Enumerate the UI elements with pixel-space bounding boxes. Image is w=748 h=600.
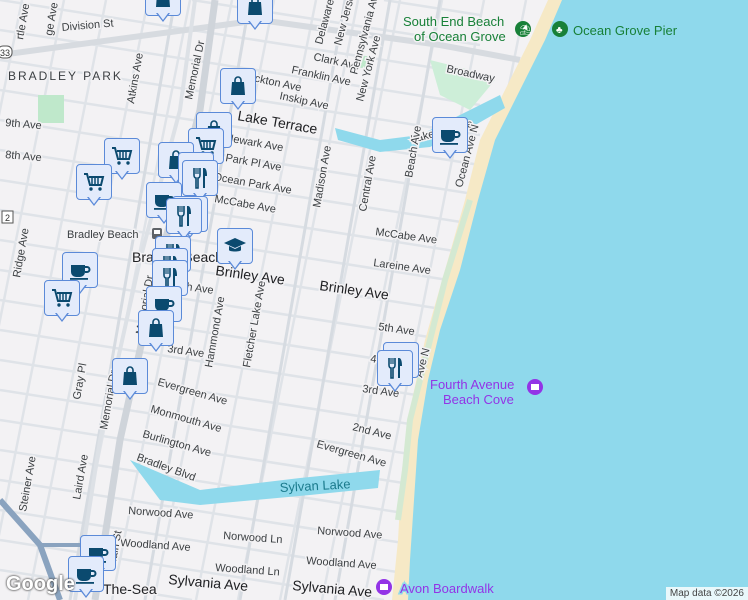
shopping-marker[interactable] [220, 68, 258, 112]
restaurant-marker[interactable] [377, 350, 415, 394]
shopping-marker[interactable] [237, 0, 275, 32]
school-icon [224, 238, 246, 252]
cafe-icon [440, 130, 461, 145]
cafe-marker[interactable] [432, 117, 470, 161]
area-label-bradley-park: BRADLEY PARK [8, 69, 123, 83]
grocery-icon [52, 289, 73, 307]
svg-text:South End Beach: South End Beach [403, 14, 504, 29]
restaurant-icon [388, 358, 402, 379]
shopping-icon [156, 0, 170, 7]
route-shield-2: 2 [1, 210, 14, 224]
cafe-icon [76, 569, 97, 584]
school-marker[interactable] [217, 228, 255, 272]
area-label-by-the-sea: The-Sea [103, 581, 157, 597]
svg-text:of Ocean Grove: of Ocean Grove [414, 29, 506, 44]
svg-text:Avon Boardwalk: Avon Boardwalk [400, 581, 494, 596]
map-canvas[interactable]: 33 2 BRADLEY PARK Bradley Beach The-Sea … [0, 0, 748, 600]
cafe-icon [70, 265, 91, 280]
svg-text:2: 2 [5, 213, 10, 223]
shopping-marker[interactable] [138, 310, 176, 354]
grocery-icon [84, 173, 105, 191]
shopping-marker[interactable] [112, 358, 150, 402]
svg-text:Fourth Avenue: Fourth Avenue [430, 377, 514, 392]
transit-label-bradley-beach: Bradley Beach [67, 229, 139, 241]
shopping-icon [149, 318, 163, 337]
park [38, 95, 64, 123]
route-shield-33: 33 [0, 45, 13, 59]
shopping-icon [123, 366, 137, 385]
svg-text:33: 33 [0, 48, 10, 58]
restaurant-icon [193, 168, 207, 189]
map-tiles: 33 2 BRADLEY PARK Bradley Beach The-Sea … [0, 0, 748, 600]
shopping-icon [248, 0, 262, 15]
svg-text:Ocean Grove Pier: Ocean Grove Pier [573, 23, 678, 38]
shopping-icon [231, 76, 245, 95]
google-logo: Google [6, 573, 75, 595]
map-attribution[interactable]: Map data ©2026 [665, 587, 748, 600]
grocery-marker[interactable] [76, 164, 114, 208]
restaurant-icon [177, 206, 191, 227]
svg-text:Beach Cove: Beach Cove [443, 392, 514, 407]
shopping-marker[interactable] [145, 0, 183, 24]
grocery-marker[interactable] [44, 280, 82, 324]
svg-text:⛱: ⛱ [519, 24, 532, 36]
svg-text:♣: ♣ [556, 25, 563, 36]
